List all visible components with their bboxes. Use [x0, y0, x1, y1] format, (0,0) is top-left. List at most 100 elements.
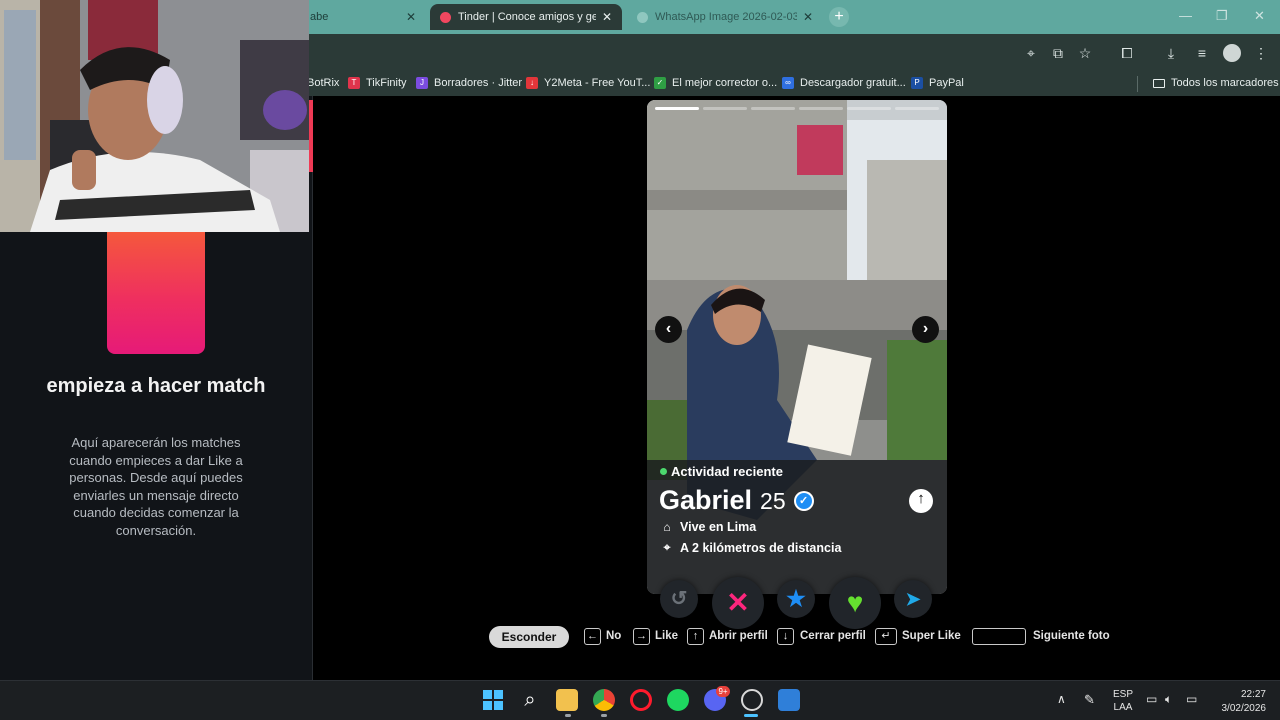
language-code: ESP [1112, 689, 1133, 700]
running-indicator [601, 714, 607, 717]
battery-icon[interactable]: ▭ [1186, 692, 1197, 706]
window-close-icon[interactable]: ✕ [1254, 8, 1265, 24]
distance-text: A 2 kilómetros de distancia [680, 540, 842, 555]
bookmark-label: Descargador gratuit... [800, 77, 906, 89]
super-like-button[interactable]: ★ [777, 580, 815, 618]
down-arrow-key-icon: ↓ [777, 628, 794, 645]
empty-match-card [107, 232, 205, 354]
opera-icon[interactable] [630, 689, 652, 711]
file-explorer-icon[interactable] [556, 689, 578, 711]
space-key-icon [972, 628, 1026, 645]
descargador-icon: ∞ [782, 77, 794, 89]
photo-indicator [655, 107, 699, 110]
tab-whatsapp-image[interactable]: WhatsApp Image 2026-02-03 a ✕ [627, 4, 823, 30]
minimize-icon[interactable]: — [1179, 8, 1192, 23]
language-switcher[interactable]: ESP LAA [1110, 688, 1136, 714]
shortcut-close-profile-label: Cerrar perfil [800, 630, 866, 642]
close-icon[interactable]: ✕ [406, 10, 416, 24]
close-icon[interactable]: ✕ [602, 10, 612, 24]
corrector-icon: ✓ [654, 77, 666, 89]
empty-matches-title: empieza a hacer match [46, 375, 266, 397]
photo-progress [655, 107, 939, 110]
bookmark-botrix[interactable]: BotRix [307, 77, 339, 89]
profile-residence: ⌂ Vive en Lima [660, 520, 756, 534]
bookmark-label: El mejor corrector o... [672, 77, 778, 89]
spotify-icon[interactable] [667, 689, 689, 711]
home-icon: ⌂ [663, 520, 671, 534]
jitter-icon: J [416, 77, 428, 89]
running-indicator [565, 714, 571, 717]
bookmark-descargador[interactable]: ∞ Descargador gratuit... [782, 77, 906, 89]
photo-indicator [703, 107, 747, 110]
right-arrow-key-icon: → [633, 628, 650, 645]
bookmark-jitter[interactable]: J Borradores · Jitter [416, 77, 522, 89]
menu-icon[interactable]: ⋮ [1252, 44, 1270, 62]
up-arrow-key-icon: ↑ [687, 628, 704, 645]
photo-indicator [799, 107, 843, 110]
bookmark-label: PayPal [929, 77, 964, 89]
profile-avatar[interactable] [1223, 44, 1241, 62]
keyboard-layout: LAA [1113, 702, 1133, 713]
all-bookmarks-folder[interactable]: Todos los marcadores [1153, 77, 1279, 89]
hide-shortcuts-button[interactable]: Esconder [489, 626, 569, 648]
media-control-icon[interactable]: ≡ [1193, 44, 1211, 62]
extensions-icon[interactable]: ⧠ [1118, 44, 1136, 62]
bookmark-label: TikFinity [366, 77, 407, 89]
previous-photo-button[interactable]: ‹ [655, 316, 682, 343]
chrome-icon[interactable] [593, 689, 615, 711]
open-profile-info-button[interactable] [909, 489, 933, 513]
shortcut-no-label: No [606, 630, 622, 642]
bookmarks-divider [1137, 76, 1138, 92]
bookmark-label: Y2Meta - Free YouT... [544, 77, 651, 89]
recent-activity: Actividad reciente [660, 464, 783, 479]
pen-menu-icon[interactable]: ✎ [1084, 692, 1095, 708]
show-hidden-icons-chevron-icon[interactable]: ∧ [1057, 692, 1066, 706]
shortcut-open-profile-label: Abrir perfil [709, 630, 768, 642]
image-icon [637, 11, 648, 23]
tinder-flame-icon [440, 11, 451, 23]
paint-icon[interactable] [778, 689, 800, 711]
profile-age: 25 [760, 488, 786, 514]
webcam-overlay [0, 0, 309, 232]
next-photo-button[interactable]: › [912, 316, 939, 343]
left-arrow-key-icon: ← [584, 628, 601, 645]
verified-badge-icon [793, 491, 814, 511]
rewind-button[interactable]: ↺ [660, 580, 698, 618]
tab-label: abe [310, 11, 329, 23]
tab-youtube[interactable]: abe ✕ [300, 4, 426, 30]
close-icon[interactable]: ✕ [803, 10, 813, 24]
bookmark-tikfinity[interactable]: T TikFinity [348, 77, 407, 89]
activity-label: Actividad reciente [671, 464, 783, 479]
online-dot-icon [660, 468, 667, 475]
folder-icon [1153, 78, 1165, 88]
bookmark-label: BotRix [307, 77, 340, 89]
restore-icon[interactable]: ❐ [1216, 8, 1228, 24]
bookmark-star-icon[interactable]: ☆ [1076, 44, 1094, 62]
clock-date: 3/02/2026 [1221, 703, 1267, 714]
profile-distance: ⌖ A 2 kilómetros de distancia [660, 540, 842, 555]
bookmark-paypal[interactable]: P PayPal [911, 77, 964, 89]
empty-matches-text: Aquí aparecerán los matches cuando empie… [69, 435, 243, 538]
new-tab-button[interactable]: + [829, 7, 849, 27]
location-icon[interactable]: ⌖ [1022, 44, 1040, 62]
search-icon[interactable]: ⌕ [519, 689, 541, 711]
clock[interactable]: 22:27 3/02/2026 [1214, 688, 1267, 716]
obs-icon[interactable] [741, 689, 763, 711]
bookmark-corrector[interactable]: ✓ El mejor corrector o... [654, 77, 777, 89]
tab-label: Tinder | Conoce amigos y gente [458, 11, 596, 23]
tab-label: WhatsApp Image 2026-02-03 a [655, 11, 797, 23]
photo-indicator [751, 107, 795, 110]
like-button[interactable]: ♥ [829, 577, 881, 629]
download-icon[interactable]: ⤓ [1162, 44, 1180, 62]
nope-button[interactable]: ✕ [712, 577, 764, 629]
send-message-button[interactable]: ➤ [894, 580, 932, 618]
windows-start-icon[interactable] [482, 689, 504, 711]
network-icon[interactable]: ▭ [1146, 692, 1157, 706]
photo-indicator [847, 107, 891, 110]
volume-icon[interactable]: 🔈︎ [1165, 692, 1172, 707]
webcam-feed-image [0, 0, 309, 232]
install-app-icon[interactable]: ⧉ [1049, 44, 1067, 62]
tab-tinder[interactable]: Tinder | Conoce amigos y gente ✕ [430, 4, 622, 30]
tikfinity-icon: T [348, 77, 360, 89]
bookmark-y2meta[interactable]: ↓ Y2Meta - Free YouT... [526, 77, 650, 89]
